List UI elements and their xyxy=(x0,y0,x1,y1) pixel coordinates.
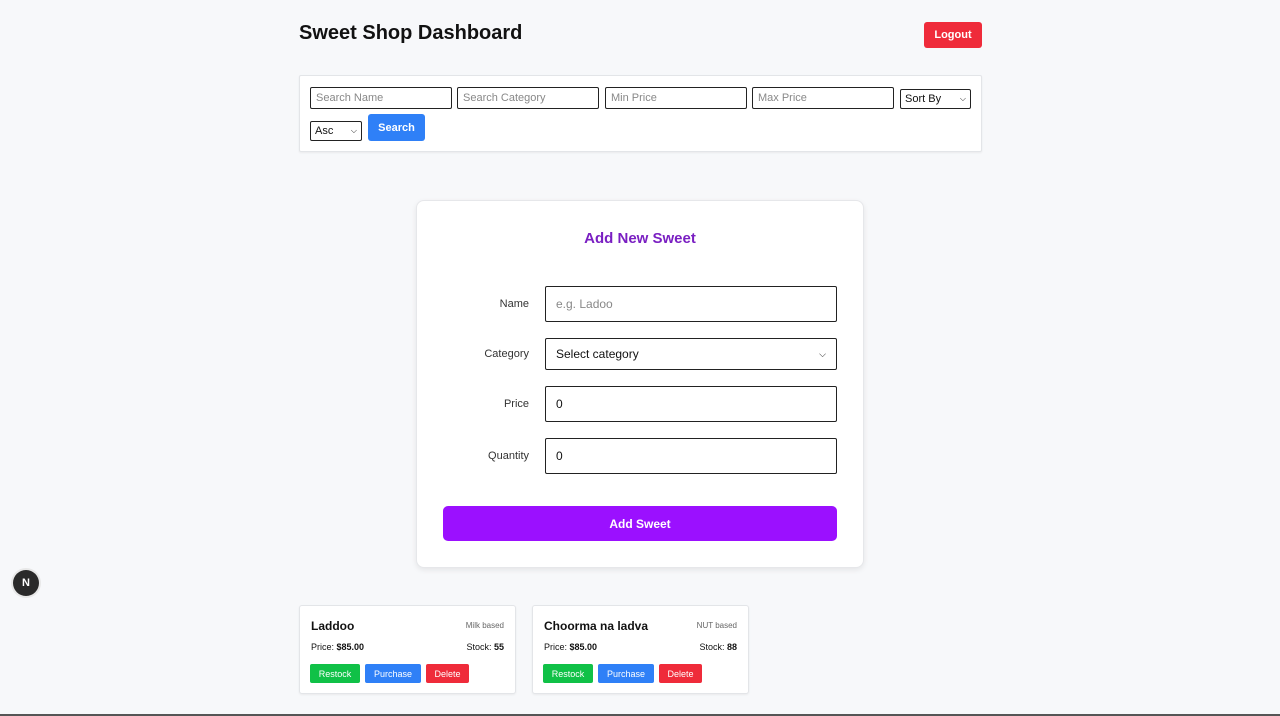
sweet-name: Laddoo xyxy=(311,619,355,633)
min-price-placeholder: Min Price xyxy=(611,92,657,104)
delete-button[interactable]: Delete xyxy=(426,664,469,683)
search-category-input[interactable]: Search Category xyxy=(457,87,599,109)
max-price-input[interactable]: Max Price xyxy=(752,87,894,109)
stock-label: Stock: xyxy=(699,642,727,652)
purchase-button[interactable]: Purchase xyxy=(365,664,421,683)
search-name-placeholder: Search Name xyxy=(316,92,384,104)
price-value: $85.00 xyxy=(569,642,598,652)
quantity-label: Quantity xyxy=(488,450,529,462)
name-placeholder: e.g. Ladoo xyxy=(556,297,613,311)
filter-panel: Search Name Search Category Min Price Ma… xyxy=(299,75,982,152)
search-name-input[interactable]: Search Name xyxy=(310,87,452,109)
sweet-category: Milk based xyxy=(465,621,504,630)
name-label: Name xyxy=(499,298,529,310)
order-select[interactable]: Asc ⌵ xyxy=(310,121,362,141)
dashboard-page: Sweet Shop Dashboard Logout Search Name … xyxy=(0,0,1280,716)
stock-value: 88 xyxy=(726,642,737,652)
price-label: Price: xyxy=(544,642,570,652)
category-value: Select category xyxy=(556,347,639,361)
max-price-placeholder: Max Price xyxy=(758,92,807,104)
category-select[interactable]: Select category ⌵ xyxy=(545,338,837,370)
chevron-down-icon: ⌵ xyxy=(350,126,357,135)
stock-label: Stock: xyxy=(466,642,494,652)
delete-button[interactable]: Delete xyxy=(659,664,702,683)
sweet-name: Choorma na ladva xyxy=(544,619,649,633)
price-label: Price xyxy=(503,398,529,410)
sort-by-value: Sort By xyxy=(905,93,942,105)
restock-button[interactable]: Restock xyxy=(310,664,360,683)
name-input[interactable]: e.g. Ladoo xyxy=(545,286,837,322)
category-label: Category xyxy=(484,348,529,360)
min-price-input[interactable]: Min Price xyxy=(605,87,747,109)
search-category-placeholder: Search Category xyxy=(463,92,546,104)
stock-value: 55 xyxy=(493,642,504,652)
order-value: Asc xyxy=(315,125,334,137)
restock-button[interactable]: Restock xyxy=(543,664,593,683)
add-sweet-form: Add New Sweet Name e.g. Ladoo Category S… xyxy=(416,200,864,568)
sweet-price: Price: $85.00 xyxy=(544,642,597,652)
sweet-card: Laddoo Milk based Price: $85.00 Stock: 5… xyxy=(299,605,516,694)
search-button[interactable]: Search xyxy=(368,114,425,141)
sweet-stock: Stock: 55 xyxy=(466,642,504,652)
sweet-card: Choorma na ladva NUT based Price: $85.00… xyxy=(532,605,749,694)
chevron-down-icon: ⌵ xyxy=(819,348,826,359)
price-value: 0 xyxy=(556,397,563,411)
n-logo-icon[interactable]: N xyxy=(13,570,39,596)
quantity-input[interactable]: 0 xyxy=(545,438,837,474)
price-input[interactable]: 0 xyxy=(545,386,837,422)
price-value: $85.00 xyxy=(336,642,365,652)
chevron-down-icon: ⌵ xyxy=(959,94,966,103)
logout-button[interactable]: Logout xyxy=(924,22,982,48)
purchase-button[interactable]: Purchase xyxy=(598,664,654,683)
sweet-category: NUT based xyxy=(696,621,737,630)
page-title: Sweet Shop Dashboard xyxy=(299,22,523,44)
form-title: Add New Sweet xyxy=(584,230,696,247)
sweet-price: Price: $85.00 xyxy=(311,642,364,652)
quantity-value: 0 xyxy=(556,449,563,463)
add-sweet-button[interactable]: Add Sweet xyxy=(443,506,837,541)
sweet-stock: Stock: 88 xyxy=(699,642,737,652)
price-label: Price: xyxy=(311,642,337,652)
sort-by-select[interactable]: Sort By ⌵ xyxy=(900,89,971,109)
